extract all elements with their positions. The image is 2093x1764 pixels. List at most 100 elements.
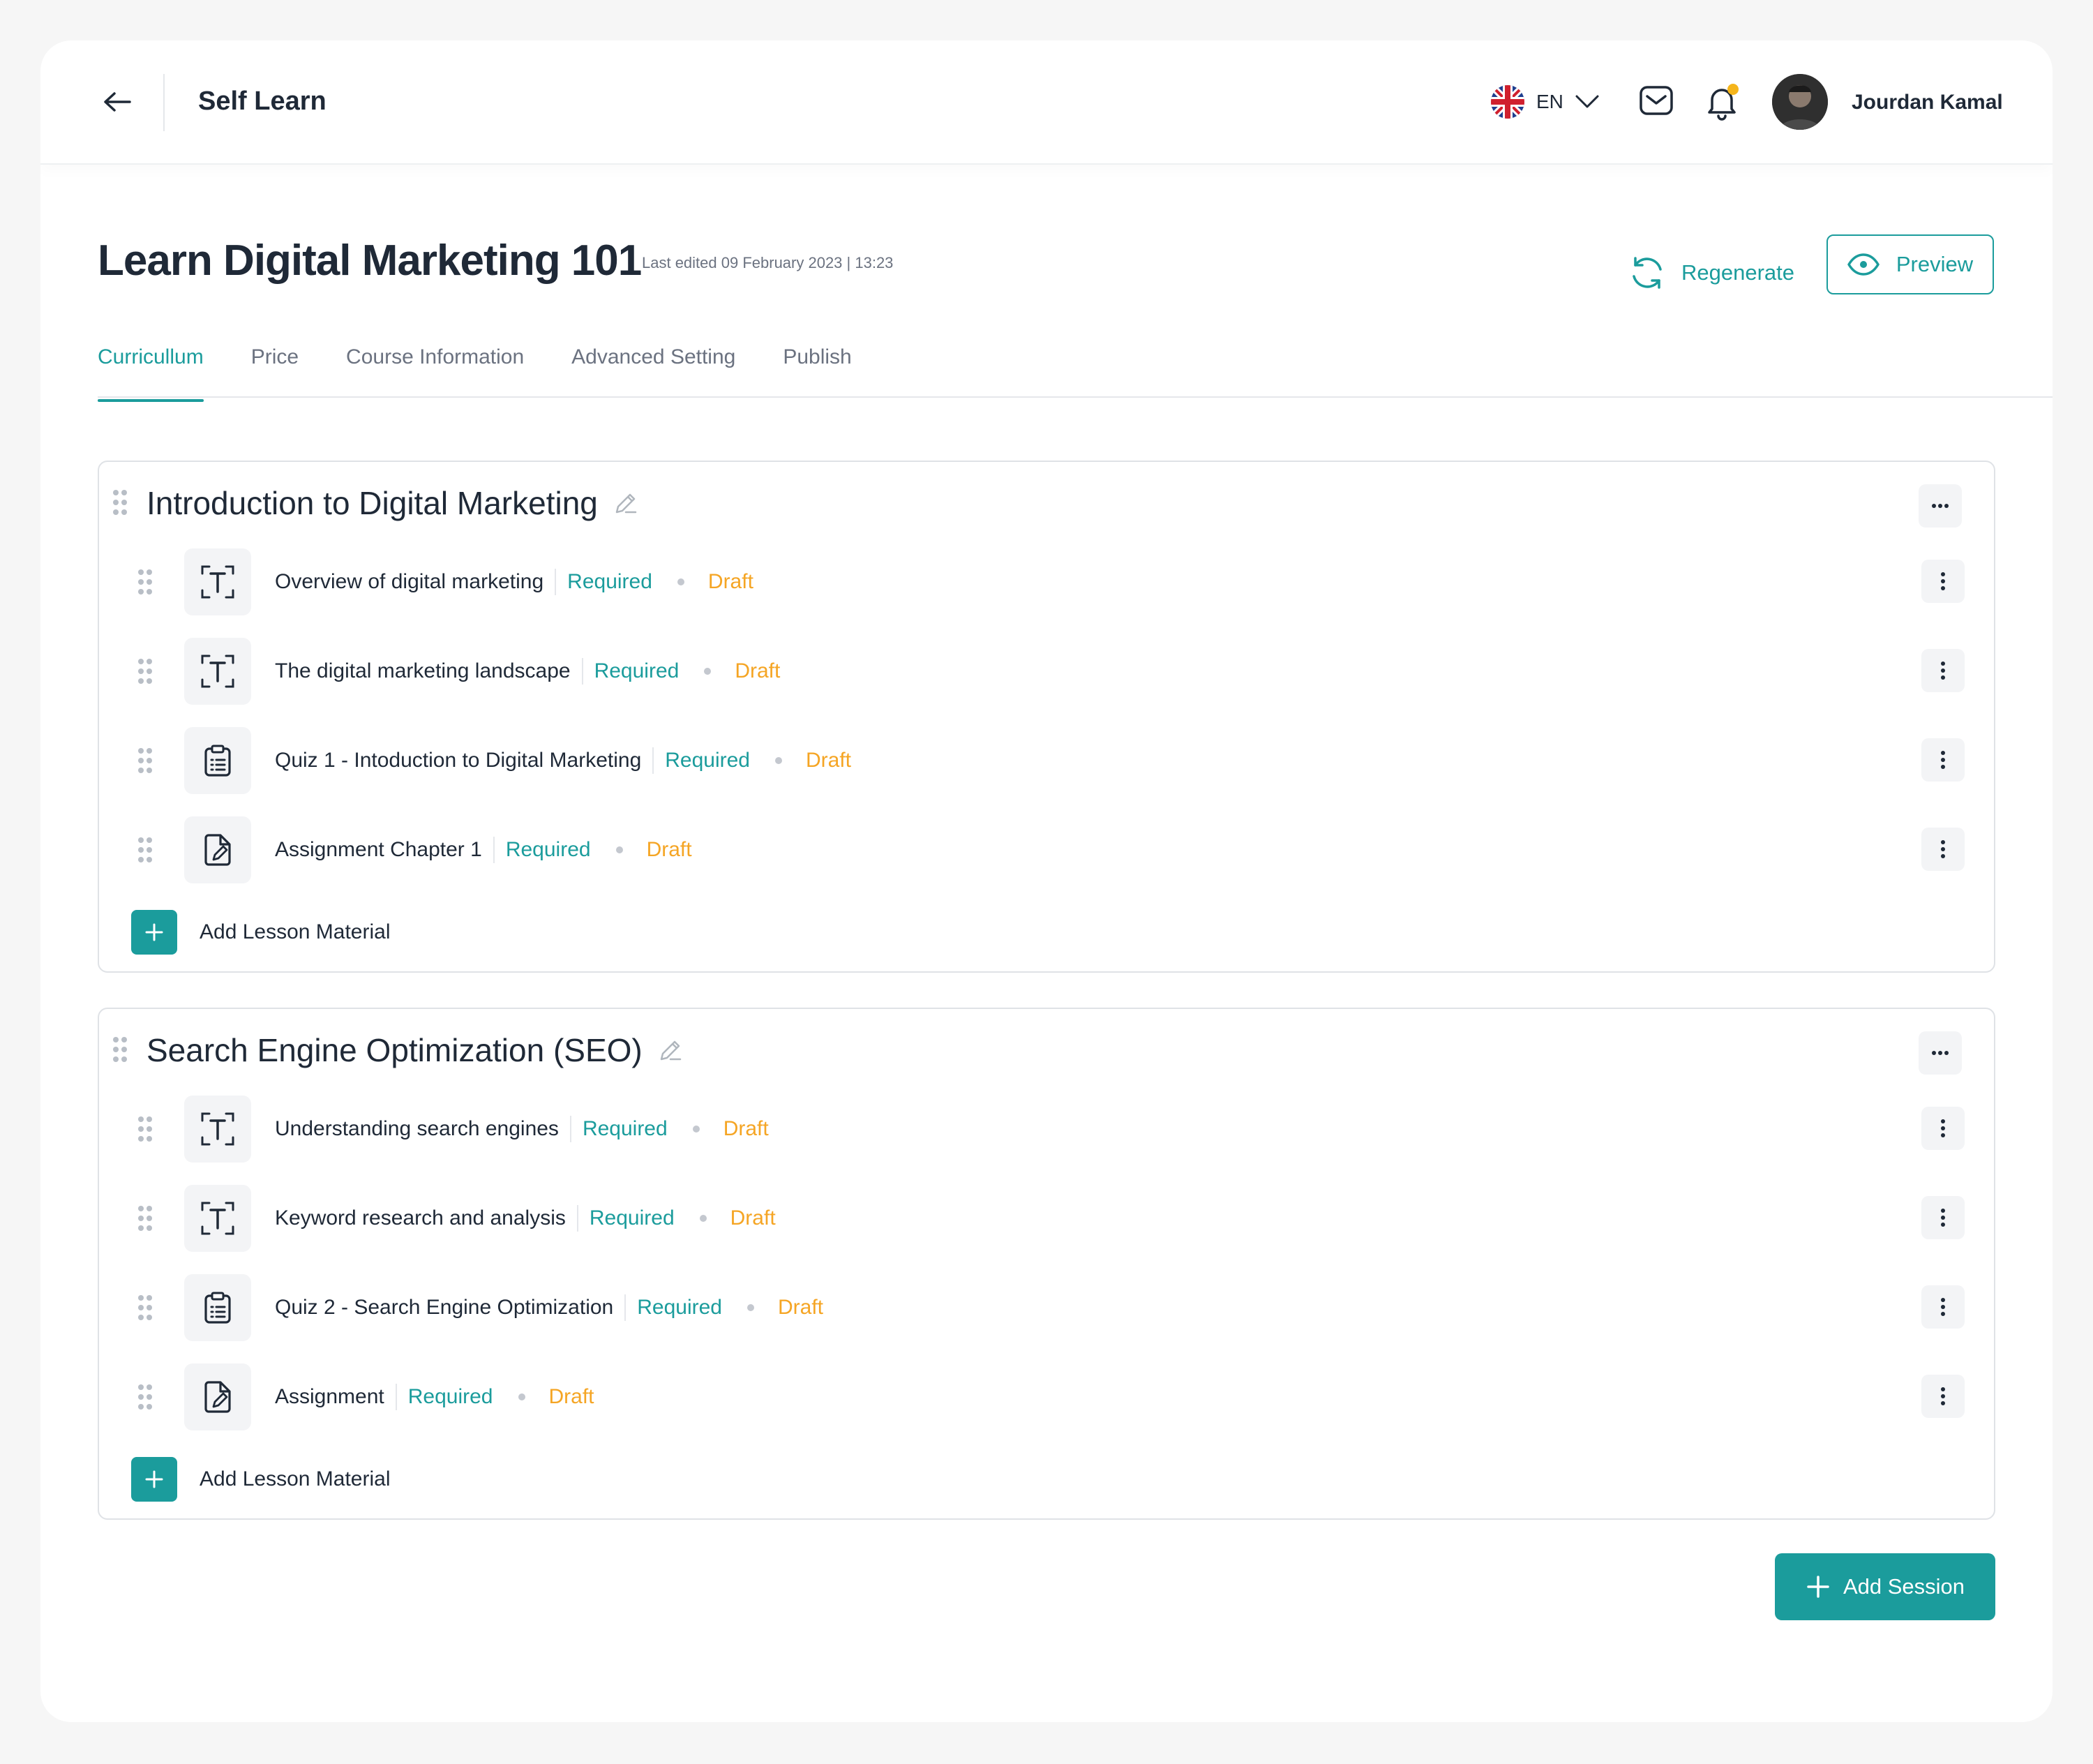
quiz-clipboard-icon (184, 727, 251, 794)
lesson-row[interactable]: Understanding search engines Required Dr… (137, 1096, 1965, 1163)
drag-handle-icon[interactable] (137, 1204, 153, 1236)
lesson-status: Draft (646, 838, 692, 861)
lesson-requirement: Required (665, 749, 750, 772)
plus-icon (131, 1457, 177, 1502)
lesson-status: Draft (806, 749, 852, 772)
status-dot (677, 578, 684, 585)
app-title: Self Learn (198, 87, 327, 116)
status-dot (518, 1393, 525, 1400)
session-title: Search Engine Optimization (SEO) (147, 1031, 683, 1069)
lesson-more-icon[interactable] (1921, 1285, 1965, 1329)
lesson-name: Quiz 2 - Search Engine Optimization (275, 1296, 614, 1319)
bell-icon[interactable] (1704, 81, 1744, 123)
lesson-more-icon[interactable] (1921, 1375, 1965, 1418)
lesson-name: Understanding search engines (275, 1117, 559, 1140)
last-edited-timestamp: Last edited 09 February 2023 | 13:23 (642, 254, 894, 271)
pencil-icon[interactable] (613, 491, 638, 516)
add-session-label: Add Session (1843, 1574, 1965, 1599)
top-bar: Self Learn EN Jourdan Kamal (40, 40, 2053, 165)
tab-price[interactable]: Price (251, 327, 299, 402)
status-dot (704, 668, 712, 675)
assignment-document-icon (184, 816, 251, 883)
refresh-icon (1633, 257, 1662, 289)
drag-handle-icon[interactable] (137, 1294, 153, 1325)
text-lesson-icon (184, 1096, 251, 1163)
plus-icon (131, 910, 177, 955)
lesson-separator (395, 1384, 397, 1410)
status-dot (747, 1304, 754, 1311)
drag-handle-icon[interactable] (137, 1383, 153, 1414)
status-dot (615, 846, 623, 853)
lesson-status: Draft (723, 1117, 769, 1140)
mail-icon[interactable] (1638, 84, 1677, 119)
lesson-row[interactable]: Keyword research and analysis Required D… (137, 1185, 1965, 1252)
text-lesson-icon (184, 1185, 251, 1252)
preview-button[interactable]: Preview (1826, 234, 1994, 294)
lesson-more-icon[interactable] (1921, 649, 1965, 692)
course-tabs: Curricullum Price Course Information Adv… (98, 327, 852, 402)
lesson-status: Draft (735, 659, 781, 682)
lesson-row[interactable]: The digital marketing landscape Required… (137, 638, 1965, 705)
lesson-status: Draft (707, 570, 753, 593)
drag-handle-icon[interactable] (137, 836, 153, 867)
lesson-requirement: Required (637, 1296, 722, 1319)
lesson-row[interactable]: Overview of digital marketing Required D… (137, 548, 1965, 615)
lesson-more-icon[interactable] (1921, 828, 1965, 871)
add-lesson-material-button[interactable]: Add Lesson Material (131, 910, 391, 955)
lesson-more-icon[interactable] (1921, 738, 1965, 782)
add-session-button[interactable]: Add Session (1775, 1553, 1995, 1620)
lesson-requirement: Required (407, 1385, 493, 1408)
session-more-icon[interactable] (1919, 1031, 1962, 1075)
drag-handle-icon[interactable] (137, 1115, 153, 1146)
drag-handle-icon[interactable] (112, 488, 128, 520)
page-title: Learn Digital Marketing 101 (98, 237, 642, 285)
regenerate-label: Regenerate (1681, 260, 1795, 285)
tab-advanced-setting[interactable]: Advanced Setting (571, 327, 735, 402)
tab-course-information[interactable]: Course Information (346, 327, 524, 402)
status-dot (692, 1126, 700, 1133)
lesson-name: Keyword research and analysis (275, 1206, 566, 1229)
lesson-separator (493, 837, 495, 863)
regenerate-button[interactable]: Regenerate (1628, 243, 1794, 303)
lesson-status: Draft (730, 1206, 776, 1229)
language-selector[interactable]: EN (1490, 82, 1600, 121)
lesson-separator (555, 569, 557, 595)
lesson-more-icon[interactable] (1921, 1107, 1965, 1150)
lesson-status: Draft (548, 1385, 594, 1408)
status-dot (699, 1215, 707, 1222)
lesson-requirement: Required (567, 570, 652, 593)
lesson-more-icon[interactable] (1921, 1196, 1965, 1239)
lesson-name: Assignment (275, 1385, 384, 1408)
drag-handle-icon[interactable] (137, 568, 153, 599)
drag-handle-icon[interactable] (137, 657, 153, 689)
assignment-document-icon (184, 1363, 251, 1430)
lesson-separator (576, 1205, 578, 1232)
lesson-name: Quiz 1 - Intoduction to Digital Marketin… (275, 749, 642, 772)
add-lesson-label: Add Lesson Material (200, 920, 391, 943)
lesson-row[interactable]: Assignment Required Draft (137, 1363, 1965, 1430)
tabs-divider (98, 396, 2053, 398)
lesson-row[interactable]: Assignment Chapter 1 Required Draft (137, 816, 1965, 883)
pencil-icon[interactable] (658, 1038, 683, 1063)
tab-curriculum[interactable]: Curricullum (98, 327, 204, 402)
lesson-more-icon[interactable] (1921, 560, 1965, 603)
lesson-separator (581, 658, 583, 685)
language-code: EN (1536, 91, 1563, 112)
text-lesson-icon (184, 638, 251, 705)
drag-handle-icon[interactable] (112, 1036, 128, 1067)
lesson-name: Assignment Chapter 1 (275, 838, 482, 861)
avatar[interactable] (1772, 74, 1828, 130)
lesson-requirement: Required (505, 838, 591, 861)
uk-flag-icon (1491, 85, 1524, 119)
tab-publish[interactable]: Publish (783, 327, 851, 402)
session-more-icon[interactable] (1919, 484, 1962, 528)
drag-handle-icon[interactable] (137, 747, 153, 778)
lesson-row[interactable]: Quiz 2 - Search Engine Optimization Requ… (137, 1274, 1965, 1341)
add-lesson-material-button[interactable]: Add Lesson Material (131, 1457, 391, 1502)
session-card: Introduction to Digital Marketing Overvi… (98, 461, 1995, 973)
app-window: Self Learn EN Jourdan Kamal Learn Digita… (40, 40, 2053, 1722)
lesson-requirement: Required (582, 1117, 668, 1140)
back-arrow-icon[interactable] (96, 81, 138, 123)
lesson-row[interactable]: Quiz 1 - Intoduction to Digital Marketin… (137, 727, 1965, 794)
chevron-down-icon (1575, 95, 1599, 108)
